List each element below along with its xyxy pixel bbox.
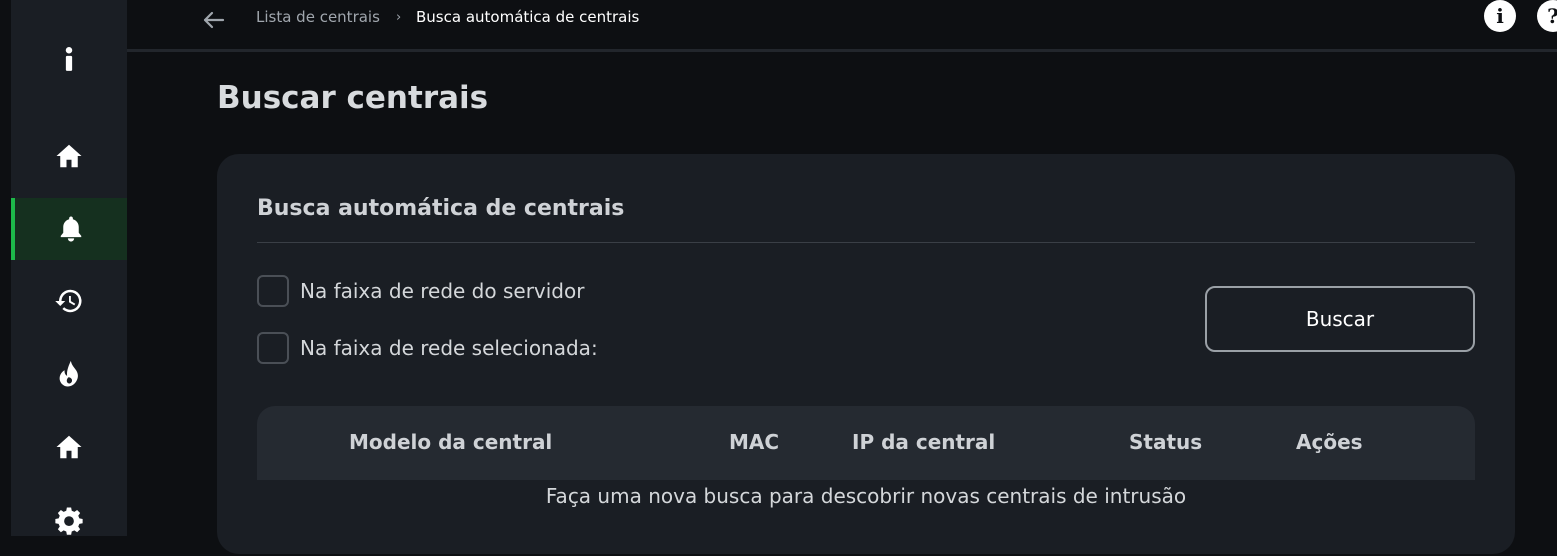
- gear-icon: [55, 507, 83, 535]
- top-bar: Lista de centrais › Busca automática de …: [127, 0, 1557, 52]
- results-table: Modelo da central MAC IP da central Stat…: [257, 406, 1475, 556]
- sidebar-item-home-2[interactable]: [11, 416, 127, 478]
- server-range-label: Na faixa de rede do servidor: [300, 279, 585, 303]
- back-arrow-icon[interactable]: [199, 6, 227, 34]
- help-icon[interactable]: ?: [1537, 0, 1557, 32]
- sidebar: [11, 0, 127, 536]
- column-header-actions: Ações: [1296, 430, 1363, 454]
- option-server-range[interactable]: Na faixa de rede do servidor: [257, 275, 584, 307]
- column-header-ip: IP da central: [852, 430, 996, 454]
- divider: [257, 242, 1475, 243]
- sidebar-item-alarms[interactable]: [11, 198, 127, 260]
- breadcrumb-separator: ›: [396, 10, 402, 25]
- history-icon: [55, 289, 82, 313]
- table-header: Modelo da central MAC IP da central Stat…: [257, 406, 1475, 480]
- sidebar-item-history[interactable]: [11, 270, 127, 332]
- page-title: Buscar centrais: [217, 80, 489, 116]
- column-header-status: Status: [1129, 430, 1203, 454]
- bell-icon: [60, 216, 82, 242]
- breadcrumb-item-current: Busca automática de centrais: [416, 8, 640, 26]
- home-icon: [56, 435, 82, 459]
- sidebar-item-settings[interactable]: [11, 489, 127, 551]
- search-button[interactable]: Buscar: [1205, 286, 1475, 352]
- info-icon: [65, 47, 73, 71]
- card-title: Busca automática de centrais: [257, 196, 625, 221]
- selected-range-label: Na faixa de rede selecionada:: [300, 336, 598, 360]
- column-header-mac: MAC: [729, 430, 780, 454]
- empty-table-message: Faça uma nova busca para descobrir novas…: [545, 484, 1187, 508]
- flame-icon: [59, 360, 78, 387]
- sidebar-item-home[interactable]: [11, 125, 127, 187]
- server-range-checkbox[interactable]: [257, 275, 289, 307]
- info-icon[interactable]: i: [1484, 0, 1516, 32]
- column-header-model: Modelo da central: [349, 430, 553, 454]
- breadcrumb-item-central-list[interactable]: Lista de centrais: [256, 8, 380, 26]
- home-icon: [56, 144, 82, 168]
- sidebar-item-info[interactable]: [11, 28, 127, 90]
- sidebar-item-fire[interactable]: [11, 343, 127, 405]
- selected-range-checkbox[interactable]: [257, 332, 289, 364]
- option-selected-range[interactable]: Na faixa de rede selecionada:: [257, 332, 598, 364]
- search-card: Busca automática de centrais Na faixa de…: [217, 154, 1515, 554]
